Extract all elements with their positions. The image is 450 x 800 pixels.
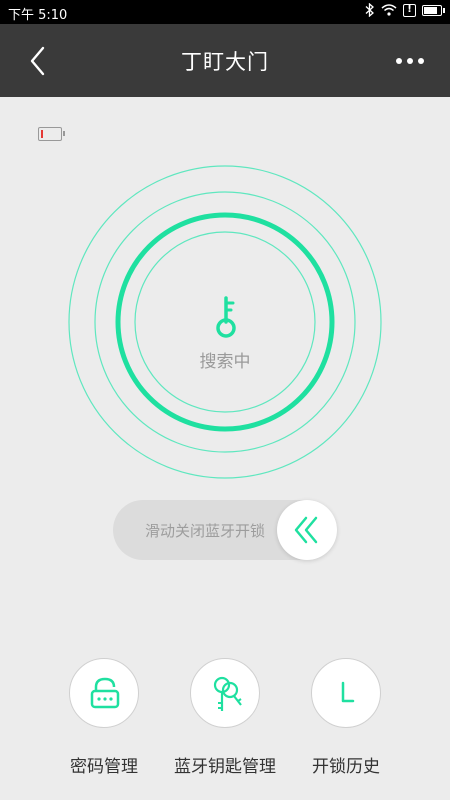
action-label-history[interactable]: 开锁历史 <box>296 752 396 777</box>
slider-label: 滑动关闭蓝牙开锁 <box>145 522 266 540</box>
history-clock-icon <box>341 681 355 703</box>
password-management-button[interactable] <box>69 658 139 728</box>
slider-knob[interactable] <box>277 500 337 560</box>
bluetooth-unlock-slider[interactable]: 滑动关闭蓝牙开锁 <box>113 500 337 560</box>
bluetooth-key-management-button[interactable] <box>190 658 260 728</box>
action-label-password[interactable]: 密码管理 <box>54 752 154 777</box>
key-icon <box>216 296 236 338</box>
unlock-history-button[interactable] <box>311 658 381 728</box>
password-lock-icon <box>90 677 120 709</box>
double-chevron-left-icon <box>294 516 318 544</box>
action-label-bluetooth-keys[interactable]: 蓝牙钥匙管理 <box>160 752 290 777</box>
search-rings <box>68 165 382 479</box>
searching-status: 搜索中 <box>199 352 251 372</box>
keys-icon <box>213 676 242 711</box>
